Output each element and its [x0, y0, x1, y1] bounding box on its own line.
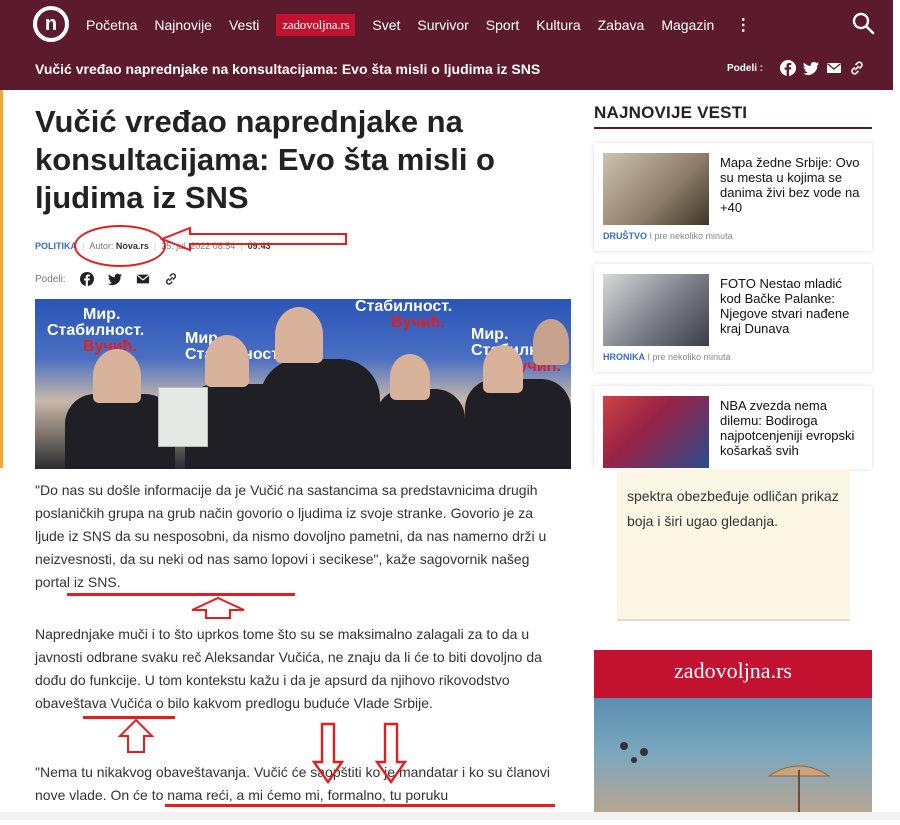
- news-thumbnail: [603, 274, 709, 346]
- annotation-arrow-left: [160, 226, 347, 252]
- accent-strip: [0, 90, 3, 468]
- photo-banner-top-right: Стабилност. Вучић.: [355, 299, 453, 331]
- news-card[interactable]: FOTO Nestao mladić kod Bačke Palanke: Nj…: [594, 264, 872, 372]
- promo-brand: zadovoljna.rs: [674, 658, 792, 683]
- article-paragraph-3: "Nema tu nikakvog obaveštavanja. Vučić ć…: [35, 764, 550, 803]
- email-icon[interactable]: [826, 60, 842, 76]
- annotation-arrow-down: [375, 722, 407, 784]
- nav-item-sport[interactable]: Sport: [486, 17, 519, 33]
- nav-item-kultura[interactable]: Kultura: [536, 17, 580, 33]
- nav-item-zabava[interactable]: Zabava: [598, 17, 645, 33]
- site-logo[interactable]: n: [33, 6, 69, 42]
- annotation-underline: [67, 593, 295, 596]
- nav-item-svet[interactable]: Svet: [372, 17, 400, 33]
- photo-face: [533, 319, 569, 365]
- twitter-icon[interactable]: [803, 60, 820, 76]
- nav-item-zadovoljna[interactable]: zadovoljna.rs: [276, 14, 356, 36]
- article-paragraph-1: "Do nas su došle informacije da je Vučić…: [35, 482, 547, 590]
- link-icon[interactable]: [164, 272, 178, 286]
- annotation-arrow-up: [118, 718, 154, 753]
- news-card-title[interactable]: Mapa žedne Srbije: Ovo su mesta u kojima…: [720, 155, 866, 215]
- news-card-time: pre nekoliko minuta: [652, 352, 731, 362]
- news-card[interactable]: NBA zvezda nema dilemu: Bodiroga najpotc…: [594, 386, 872, 469]
- nav-item-survivor[interactable]: Survivor: [417, 17, 468, 33]
- link-icon[interactable]: [849, 60, 865, 76]
- photo-face: [205, 335, 249, 387]
- news-card-category[interactable]: DRUŠTVO: [603, 231, 647, 241]
- facebook-icon[interactable]: [79, 272, 94, 286]
- umbrella-icon: [620, 742, 831, 820]
- top-share-bar: Podeli :: [727, 60, 865, 76]
- main-nav: Početna Najnovije Vesti zadovoljna.rs Sv…: [86, 14, 751, 36]
- photo-face: [483, 345, 523, 393]
- photo-banner-left: Мир. Стабилност. Вучић.: [47, 306, 145, 355]
- news-thumbnail: [603, 396, 709, 468]
- article-share-row: Podeli:: [35, 272, 178, 286]
- promo-beach-image: [594, 698, 872, 820]
- photo-figure: [375, 389, 465, 469]
- search-icon[interactable]: [851, 11, 875, 35]
- article-paragraph-2: Naprednjake muči i to što uprkos tome št…: [35, 626, 542, 711]
- article-body: "Do nas su došle informacije da je Vučić…: [0, 469, 600, 820]
- nav-item-magazin[interactable]: Magazin: [661, 17, 714, 33]
- twitter-icon[interactable]: [107, 272, 122, 286]
- annotation-arrow-up: [191, 596, 245, 619]
- site-header: n Početna Najnovije Vesti zadovoljna.rs …: [0, 0, 893, 90]
- page-fold: [0, 812, 900, 820]
- news-card[interactable]: Mapa žedne Srbije: Ovo su mesta u kojima…: [594, 143, 872, 251]
- article-category[interactable]: POLITIKA: [35, 241, 77, 251]
- article-headline: Vučić vređao naprednjake na konsultacija…: [35, 104, 495, 215]
- photo-face: [275, 307, 323, 363]
- news-card-time: pre nekoliko minuta: [654, 231, 733, 241]
- nav-item-najnovije[interactable]: Najnovije: [154, 17, 212, 33]
- share-label: Podeli :: [727, 62, 764, 74]
- facebook-icon[interactable]: [780, 60, 797, 76]
- annotation-arrow-down: [312, 722, 344, 784]
- news-card-category[interactable]: HRONIKA: [603, 352, 645, 362]
- article-share-label: Podeli:: [35, 273, 66, 285]
- more-vertical-icon[interactable]: ⋮: [735, 15, 751, 35]
- ad-text: spektra obezbeđuje odličan prikaz boja i…: [627, 488, 839, 529]
- sticky-article-title: Vučić vređao naprednjake na konsultacija…: [35, 61, 541, 77]
- news-card-title[interactable]: FOTO Nestao mladić kod Bačke Palanke: Nj…: [720, 276, 866, 336]
- news-card-title[interactable]: NBA zvezda nema dilemu: Bodiroga najpotc…: [720, 398, 866, 458]
- promo-banner[interactable]: zadovoljna.rs: [594, 650, 872, 820]
- ad-text-box[interactable]: spektra obezbeđuje odličan prikaz boja i…: [617, 469, 850, 621]
- article-hero-photo: Мир. Стабилност. Вучић. Мир. Стабилност.…: [35, 299, 571, 469]
- photo-box: [158, 387, 208, 447]
- news-card-footer: DRUŠTVO I pre nekoliko minuta: [603, 231, 733, 241]
- annotation-underline: [165, 804, 555, 807]
- photo-figure: [260, 359, 380, 469]
- news-card-footer: HRONIKA I pre nekoliko minuta: [603, 352, 731, 362]
- photo-face: [93, 349, 141, 403]
- news-thumbnail: [603, 153, 709, 225]
- sidebar-title: NAJNOVIJE VESTI: [594, 103, 748, 122]
- nav-item-pocetna[interactable]: Početna: [86, 17, 137, 33]
- sidebar-divider: [594, 127, 872, 129]
- email-icon[interactable]: [136, 272, 150, 286]
- annotation-ellipse: [74, 225, 166, 267]
- nav-item-vesti[interactable]: Vesti: [229, 17, 259, 33]
- photo-face: [390, 354, 430, 400]
